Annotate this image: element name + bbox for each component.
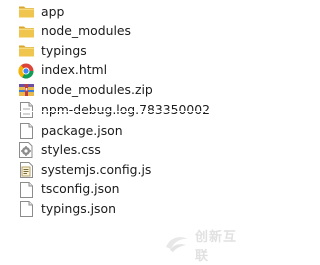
file-item[interactable]: typings <box>0 41 249 61</box>
watermark-logo-icon <box>164 233 190 257</box>
file-item[interactable]: node_modules <box>0 22 249 42</box>
file-name: package.json <box>41 122 123 138</box>
file-item[interactable]: tsconfig.json <box>0 180 249 200</box>
folder-icon <box>17 42 35 60</box>
file-name: npm-debug.log.783350002 <box>41 101 211 117</box>
file-item[interactable]: typings.json <box>0 199 249 219</box>
file-item[interactable]: systemjs.config.js <box>0 160 249 180</box>
blank-document-icon <box>17 200 35 218</box>
text-document-icon <box>17 101 35 119</box>
file-name: tsconfig.json <box>41 181 120 197</box>
file-item[interactable]: npm-debug.log.783350002 <box>0 100 249 120</box>
blank-document-icon <box>17 122 35 140</box>
file-name: node_modules <box>41 23 132 39</box>
file-name: typings.json <box>41 200 116 216</box>
file-name: index.html <box>41 62 108 78</box>
watermark-text: 创新互联 <box>195 230 238 264</box>
file-list-bottom: package.json styles.css systemjs.config.js… <box>0 121 249 219</box>
file-item[interactable]: index.html <box>0 61 249 81</box>
file-item[interactable]: package.json <box>0 121 249 141</box>
file-name: typings <box>41 42 87 58</box>
divider <box>0 111 249 112</box>
script-icon <box>17 161 35 179</box>
css-gear-icon <box>17 141 35 159</box>
file-name: styles.css <box>41 142 101 158</box>
file-item[interactable]: node_modules.zip <box>0 80 249 100</box>
watermark: 创新互联 <box>164 226 249 264</box>
archive-icon <box>17 81 35 99</box>
chrome-html-icon <box>17 62 35 80</box>
file-item[interactable]: app <box>0 2 249 22</box>
folder-icon <box>17 22 35 40</box>
blank-document-icon <box>17 181 35 199</box>
file-name: systemjs.config.js <box>41 161 152 177</box>
file-name: node_modules.zip <box>41 81 153 97</box>
file-item[interactable]: styles.css <box>0 141 249 161</box>
file-list-top: app node_modulestypings index.html node_mod… <box>0 2 249 120</box>
folder-icon <box>17 3 35 21</box>
file-name: app <box>41 3 65 19</box>
